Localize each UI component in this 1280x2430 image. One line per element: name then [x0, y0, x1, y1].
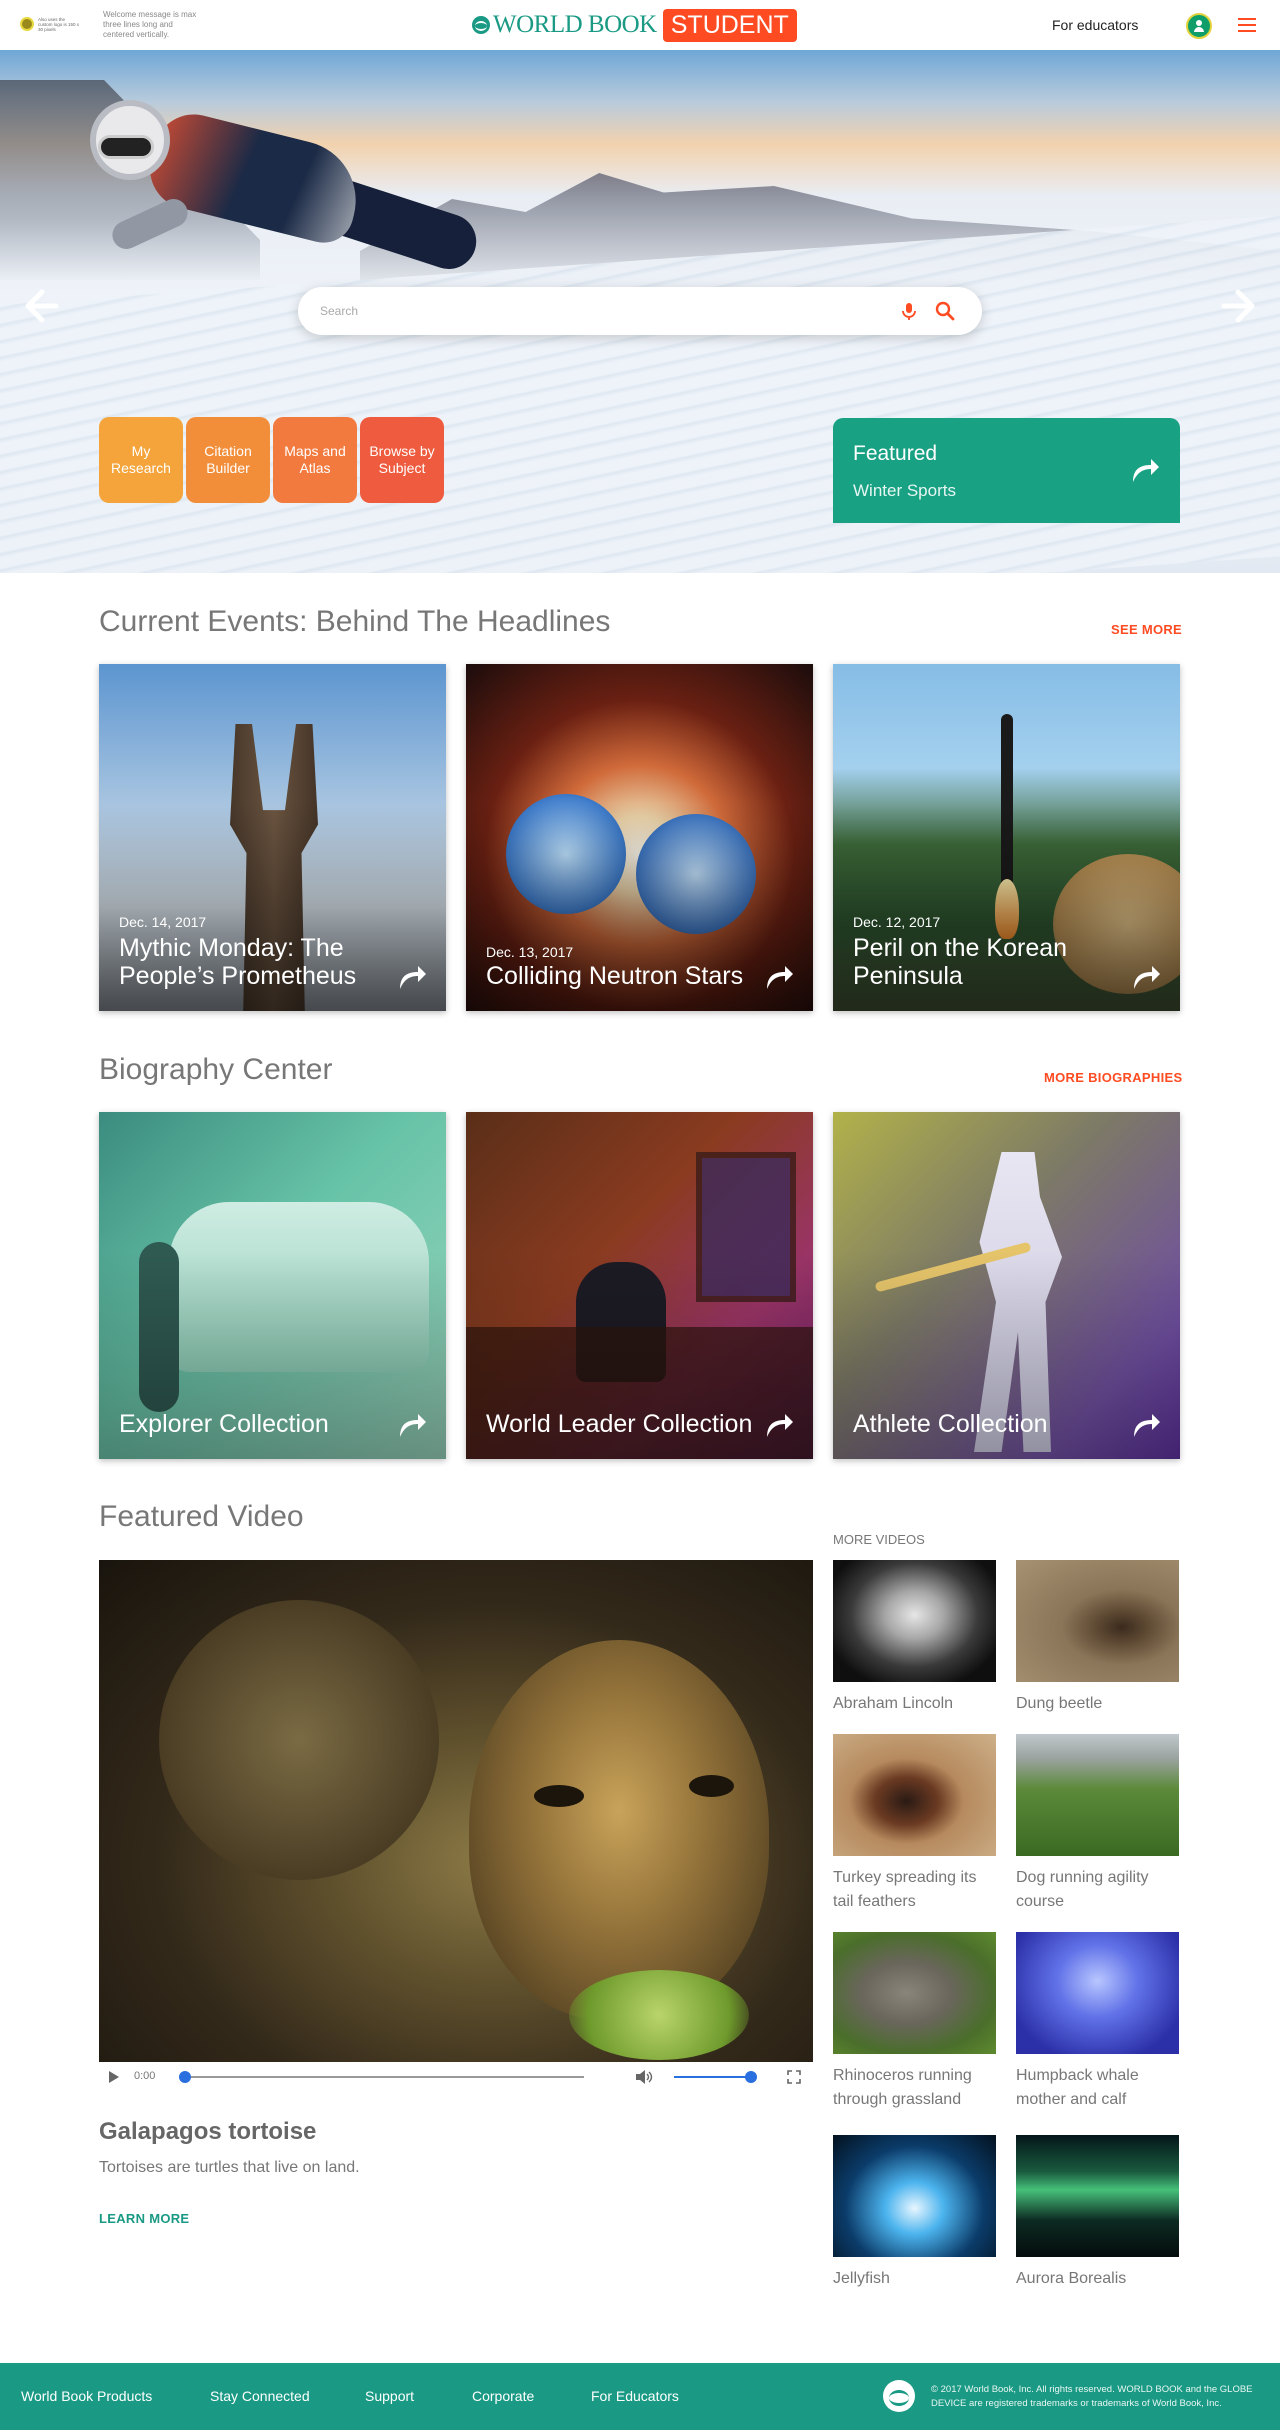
event-title: Peril on the Korean Peninsula — [853, 934, 1068, 990]
thumbnail-image — [1016, 1560, 1179, 1682]
share-arrow-icon — [1134, 1414, 1160, 1437]
video-title: Galapagos tortoise — [99, 2118, 317, 2145]
video-thumbnail[interactable]: Dog running agility course — [1016, 1734, 1179, 1914]
customer-logo-icon — [20, 17, 34, 31]
share-arrow-icon — [767, 966, 793, 989]
current-event-card[interactable]: Dec. 13, 2017 Colliding Neutron Stars — [466, 664, 813, 1011]
fullscreen-icon[interactable] — [787, 2070, 801, 2084]
collection-title: World Leader Collection — [486, 1410, 753, 1438]
video-controls: 0:00 — [99, 2062, 813, 2092]
globe-logo-icon — [883, 2380, 915, 2412]
biography-center-heading: Biography Center — [99, 1053, 333, 1086]
video-player[interactable] — [99, 1560, 813, 2062]
thumbnail-caption: Rhinoceros running through grassland — [833, 2067, 972, 2108]
event-title: Colliding Neutron Stars — [486, 962, 744, 990]
thumbnail-image — [1016, 2135, 1179, 2257]
copyright-notice: © 2017 World Book, Inc. All rights reser… — [931, 2384, 1253, 2409]
biography-collection-card[interactable]: Athlete Collection — [833, 1112, 1180, 1459]
brand-badge: STUDENT — [662, 8, 797, 42]
video-thumbnail[interactable]: Jellyfish — [833, 2135, 996, 2291]
search-bar — [298, 287, 982, 335]
search-icon[interactable] — [934, 300, 956, 322]
more-biographies-link[interactable]: MORE BIOGRAPHIES — [1044, 1070, 1182, 1085]
next-slide-arrow-icon[interactable] — [1220, 286, 1260, 326]
quick-link-citation-builder[interactable]: Citation Builder — [186, 417, 270, 503]
video-thumbnail[interactable]: Dung beetle — [1016, 1560, 1179, 1716]
thumbnail-image — [1016, 1734, 1179, 1856]
biography-collection-card[interactable]: Explorer Collection — [99, 1112, 446, 1459]
footer-link-support[interactable]: Support — [365, 2388, 414, 2404]
progress-bar[interactable] — [184, 2076, 584, 2078]
footer-link-for-educators[interactable]: For Educators — [591, 2388, 679, 2404]
event-title: Mythic Monday: The People’s Prometheus — [119, 934, 357, 990]
globe-icon — [472, 16, 490, 34]
share-arrow-icon — [1134, 966, 1160, 989]
volume-slider[interactable] — [674, 2076, 752, 2078]
customer-logo-text: Also uses the custom logo is 150 x 30 pi… — [38, 16, 80, 32]
share-arrow-icon — [767, 1414, 793, 1437]
brand-name: WORLD BOOK — [493, 11, 657, 38]
hero-snowboarder — [70, 90, 490, 290]
more-videos-label: MORE VIDEOS — [833, 1532, 925, 1547]
video-description: Tortoises are turtles that live on land. — [99, 2159, 360, 2176]
featured-label: Featured — [853, 442, 938, 465]
footer-link-corporate[interactable]: Corporate — [472, 2388, 534, 2404]
collection-title: Athlete Collection — [853, 1410, 1048, 1438]
thumbnail-image — [833, 1932, 996, 2054]
share-arrow-icon — [400, 966, 426, 989]
top-header: Also uses the custom logo is 150 x 30 pi… — [0, 0, 1280, 50]
current-event-card[interactable]: Dec. 14, 2017 Mythic Monday: The People’… — [99, 664, 446, 1011]
microphone-icon[interactable] — [898, 300, 920, 322]
event-date: Dec. 12, 2017 — [853, 914, 941, 930]
event-date: Dec. 13, 2017 — [486, 944, 574, 960]
video-thumbnail[interactable]: Humpback whale mother and calf — [1016, 1932, 1179, 2112]
thumbnail-image — [833, 2135, 996, 2257]
world-book-student-logo[interactable]: WORLD BOOK STUDENT — [472, 6, 797, 44]
event-date: Dec. 14, 2017 — [119, 914, 207, 930]
video-thumbnail[interactable]: Abraham Lincoln — [833, 1560, 996, 1716]
volume-icon[interactable] — [635, 2069, 653, 2085]
thumbnail-caption: Jellyfish — [833, 2270, 890, 2287]
current-event-card[interactable]: Dec. 12, 2017 Peril on the Korean Penins… — [833, 664, 1180, 1011]
featured-topic-card[interactable]: Featured Winter Sports — [833, 418, 1180, 523]
video-thumbnail[interactable]: Aurora Borealis — [1016, 2135, 1179, 2291]
site-footer: World Book Products Stay Connected Suppo… — [0, 2363, 1280, 2430]
progress-handle[interactable] — [179, 2071, 191, 2083]
for-educators-link[interactable]: For educators — [1052, 17, 1138, 33]
volume-handle[interactable] — [745, 2071, 757, 2083]
previous-slide-arrow-icon[interactable] — [20, 286, 60, 326]
search-input[interactable] — [320, 299, 880, 323]
customer-logo[interactable]: Also uses the custom logo is 150 x 30 pi… — [20, 14, 80, 34]
thumbnail-caption: Dog running agility course — [1016, 1869, 1149, 1910]
thumbnail-caption: Dung beetle — [1016, 1695, 1103, 1712]
video-time: 0:00 — [134, 2070, 156, 2082]
thumbnail-caption: Aurora Borealis — [1016, 2270, 1127, 2287]
thumbnail-caption: Humpback whale mother and calf — [1016, 2067, 1139, 2108]
thumbnail-caption: Turkey spreading its tail feathers — [833, 1869, 977, 1910]
hamburger-menu-icon[interactable] — [1238, 18, 1256, 32]
collection-title: Explorer Collection — [119, 1410, 329, 1438]
biography-collection-card[interactable]: World Leader Collection — [466, 1112, 813, 1459]
see-more-link[interactable]: SEE MORE — [1111, 622, 1182, 637]
share-arrow-icon — [400, 1414, 426, 1437]
featured-video-heading: Featured Video — [99, 1500, 304, 1533]
play-icon[interactable] — [109, 2071, 119, 2083]
thumbnail-caption: Abraham Lincoln — [833, 1695, 954, 1712]
quick-link-browse-by-subject[interactable]: Browse by Subject — [360, 417, 444, 503]
thumbnail-image — [1016, 1932, 1179, 2054]
footer-link-world-book-products[interactable]: World Book Products — [21, 2388, 152, 2404]
share-arrow-icon — [1133, 459, 1159, 482]
thumbnail-image — [833, 1734, 996, 1856]
user-account-icon[interactable] — [1186, 13, 1212, 39]
footer-link-stay-connected[interactable]: Stay Connected — [210, 2388, 310, 2404]
thumbnail-image — [833, 1560, 996, 1682]
learn-more-link[interactable]: LEARN MORE — [99, 2211, 189, 2226]
featured-topic: Winter Sports — [853, 481, 956, 500]
quick-link-my-research[interactable]: My Research — [99, 417, 183, 503]
current-events-heading: Current Events: Behind The Headlines — [99, 605, 611, 638]
video-thumbnail[interactable]: Turkey spreading its tail feathers — [833, 1734, 996, 1914]
welcome-message: Welcome message is max three lines long … — [103, 10, 197, 39]
video-thumbnail[interactable]: Rhinoceros running through grassland — [833, 1932, 996, 2112]
quick-link-maps-and-atlas[interactable]: Maps and Atlas — [273, 417, 357, 503]
